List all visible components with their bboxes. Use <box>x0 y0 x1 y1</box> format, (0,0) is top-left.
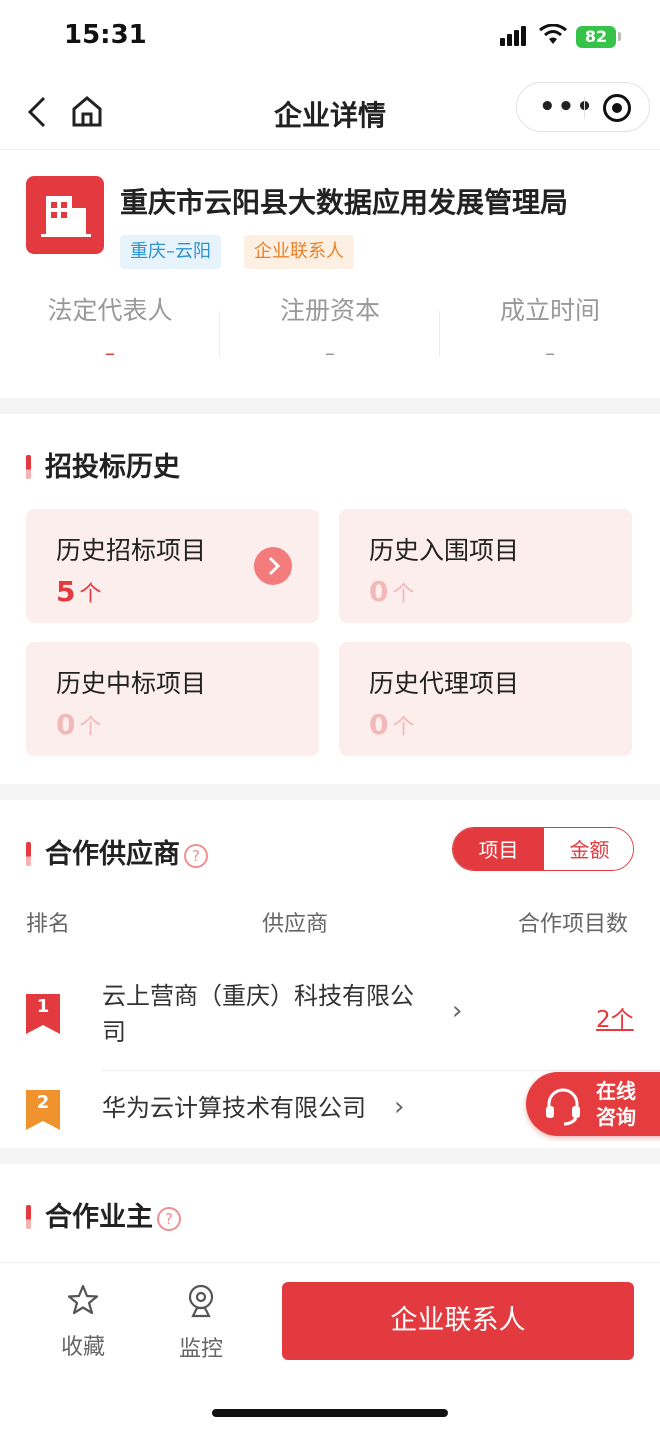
card-shortlisted-projects[interactable]: 历史入围项目 0个 <box>339 509 632 623</box>
count-unit: 个 <box>79 715 102 740</box>
supplier-name[interactable]: 云上营商（重庆）科技有限公 司 <box>102 978 414 1050</box>
status-bar: 15:31 82 <box>0 0 660 76</box>
card-bid-projects[interactable]: 历史招标项目 5个 <box>26 509 319 623</box>
count-value: 0 <box>369 575 389 608</box>
title-bar <box>26 842 31 866</box>
battery-icon: 82 <box>576 26 616 48</box>
star-icon <box>67 1284 99 1315</box>
card-count: 0个 <box>56 708 102 741</box>
header-rank: 排名 <box>26 912 71 937</box>
header-supplier: 供应商 <box>262 912 329 937</box>
monitor-label: 监控 <box>178 1337 223 1362</box>
suppliers-title-text: 合作供应商 <box>45 839 180 870</box>
owners-section-title: 合作业主? <box>26 1195 181 1234</box>
owners-title-text: 合作业主 <box>45 1202 153 1233</box>
online-consult-label: 在线 咨询 <box>596 1078 636 1130</box>
nav-bar: 企业详情 ••• <box>0 76 660 150</box>
headset-icon <box>542 1084 584 1130</box>
close-target-icon[interactable] <box>603 94 631 122</box>
toggle-projects[interactable]: 项目 <box>453 828 544 870</box>
card-agency-projects[interactable]: 历史代理项目 0个 <box>339 642 632 756</box>
cellular-signal-icon <box>500 26 528 46</box>
section-gap <box>0 784 660 800</box>
card-won-projects[interactable]: 历史中标项目 0个 <box>26 642 319 756</box>
capsule-divider <box>584 97 585 119</box>
stat-label: 法定代表人 <box>47 296 173 325</box>
help-icon[interactable]: ? <box>157 1207 181 1231</box>
card-count: 0个 <box>369 575 415 608</box>
stat-label: 注册资本 <box>279 296 380 325</box>
online-consult-button[interactable]: 在线 咨询 <box>526 1072 660 1136</box>
status-time: 15:31 <box>64 20 147 50</box>
rank-number: 1 <box>36 996 50 1017</box>
supplier-name-line1: 云上营商（重庆）科技有限公 <box>102 982 414 1010</box>
bidding-section-title: 招投标历史 <box>26 445 180 484</box>
suppliers-section-title: 合作供应商? <box>26 832 208 871</box>
supplier-name-line2: 司 <box>102 1018 126 1046</box>
home-indicator <box>212 1409 448 1417</box>
online-consult-line1: 在线 <box>596 1079 636 1103</box>
count-value: 0 <box>56 708 76 741</box>
battery-tip <box>618 32 621 41</box>
stat-value: – <box>545 341 555 365</box>
toggle-amount[interactable]: 金额 <box>544 828 633 870</box>
title-bar <box>26 1205 31 1229</box>
mini-program-capsule: ••• <box>516 82 650 132</box>
company-name: 重庆市云阳县大数据应用发展管理局 <box>120 186 569 219</box>
wifi-icon <box>538 23 568 50</box>
card-count: 0个 <box>369 708 415 741</box>
rank-badge: 2 <box>26 1090 60 1130</box>
supplier-name[interactable]: 华为云计算技术有限公司 <box>102 1090 366 1126</box>
card-label: 历史入围项目 <box>369 536 520 565</box>
building-icon <box>26 176 104 254</box>
stat-capital: 注册资本 – <box>220 291 440 365</box>
bottom-action-bar: 收藏 监控 企业联系人 <box>0 1262 660 1429</box>
stat-label: 成立时间 <box>499 296 600 325</box>
webcam-icon <box>188 1284 214 1318</box>
card-label: 历史中标项目 <box>56 669 207 698</box>
chevron-right-icon[interactable] <box>254 547 292 585</box>
rank-number: 2 <box>36 1092 50 1113</box>
help-icon[interactable]: ? <box>184 844 208 868</box>
favorite-button[interactable]: 收藏 <box>43 1283 123 1361</box>
company-contact-button[interactable]: 企业联系人 <box>282 1282 634 1360</box>
count-unit: 个 <box>79 582 102 607</box>
contact-tag: 企业联系人 <box>244 235 354 269</box>
online-consult-line2: 咨询 <box>596 1105 636 1129</box>
chevron-right-icon: › <box>394 1092 405 1122</box>
supplier-row[interactable]: 1 云上营商（重庆）科技有限公 司 › 2个 <box>0 978 660 1070</box>
card-count: 5个 <box>56 575 102 608</box>
title-bar <box>26 455 31 479</box>
header-project-count: 合作项目数 <box>518 912 629 937</box>
card-label: 历史代理项目 <box>369 669 520 698</box>
sort-toggle: 项目 金额 <box>452 827 634 871</box>
count-unit: 个 <box>392 715 415 740</box>
bidding-title-text: 招投标历史 <box>45 452 180 483</box>
card-label: 历史招标项目 <box>56 536 207 565</box>
company-header: 重庆市云阳县大数据应用发展管理局 重庆–云阳 企业联系人 法定代表人 – 注册资… <box>0 151 660 398</box>
more-icon[interactable]: ••• <box>539 94 595 120</box>
count-value: 0 <box>369 708 389 741</box>
section-gap <box>0 1148 660 1164</box>
region-tag: 重庆–云阳 <box>120 235 221 269</box>
stat-value: – <box>325 341 335 365</box>
monitor-button[interactable]: 监控 <box>161 1283 241 1363</box>
rank-badge: 1 <box>26 994 60 1034</box>
stat-founded: 成立时间 – <box>440 291 660 365</box>
favorite-label: 收藏 <box>60 1335 105 1360</box>
stat-legal-rep: 法定代表人 – <box>0 291 220 365</box>
project-count[interactable]: 2个 <box>596 1000 634 1034</box>
chevron-right-icon: › <box>452 996 463 1026</box>
count-value: 5 <box>56 575 76 608</box>
stat-value: – <box>105 341 115 365</box>
row-divider <box>102 1070 660 1071</box>
count-unit: 个 <box>392 582 415 607</box>
section-gap <box>0 398 660 414</box>
